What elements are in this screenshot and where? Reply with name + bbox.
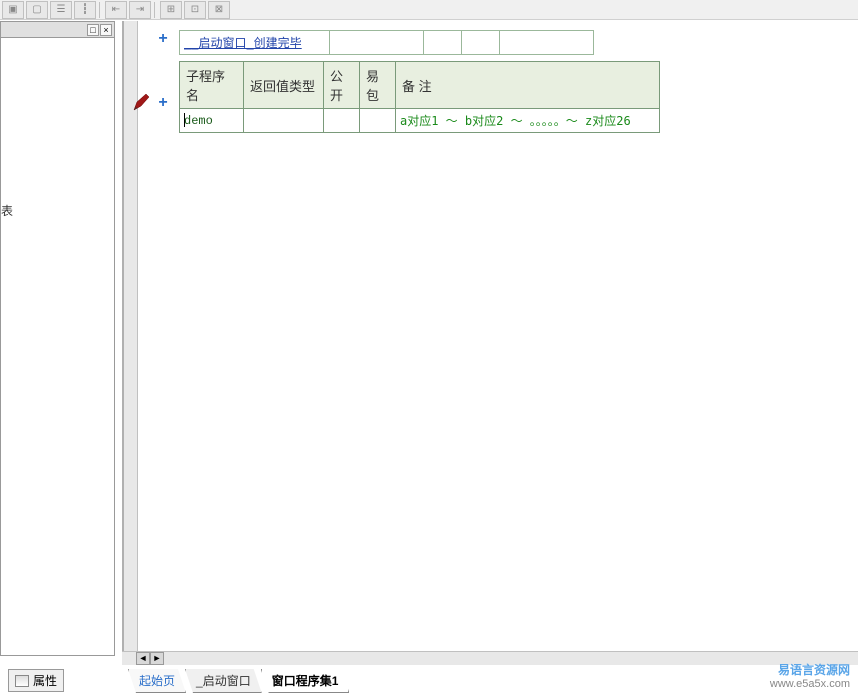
table-row[interactable]: demo a对应1 ～ b对应2 ～ 。。。。。～ z对应26: [180, 109, 660, 133]
left-truncated-label: 表: [1, 202, 13, 219]
sub-name-cell[interactable]: demo: [180, 109, 244, 133]
toolbar-separator: [154, 2, 155, 18]
watermark-url: www.e5a5x.com: [770, 677, 850, 691]
properties-button[interactable]: 属性: [8, 669, 64, 692]
toolbar-btn-4[interactable]: ┇: [74, 1, 96, 19]
scroll-right-icon[interactable]: ►: [150, 652, 164, 665]
toolbar-separator: [99, 2, 100, 18]
toolbar-btn-1[interactable]: ▣: [2, 1, 24, 19]
sub-pkg-cell[interactable]: [360, 109, 396, 133]
sub-rettype-cell[interactable]: [244, 109, 324, 133]
toolbar-btn-3[interactable]: ☰: [50, 1, 72, 19]
left-panel: □ × 表: [0, 21, 115, 656]
horizontal-scrollbar[interactable]: ◄ ►: [122, 651, 858, 665]
event-name-cell[interactable]: __启动窗口_创建完毕: [180, 30, 330, 54]
header-pkg: 易包: [360, 62, 396, 109]
event-cell[interactable]: [424, 30, 462, 54]
expand-icon[interactable]: +: [156, 96, 170, 110]
event-cell[interactable]: [330, 30, 424, 54]
header-name: 子程序名: [180, 62, 244, 109]
close-icon[interactable]: ×: [100, 24, 112, 36]
watermark-cn: 易语言资源网: [770, 663, 850, 677]
toolbar-btn-7[interactable]: ⊞: [160, 1, 182, 19]
tab-program-set[interactable]: 窗口程序集1: [261, 669, 350, 693]
header-rettype: 返回值类型: [244, 62, 324, 109]
edit-pen-icon: [132, 92, 152, 112]
subroutine-table: 子程序名 返回值类型 公开 易包 备 注 demo a对应1 ～ b对应2 ～ …: [179, 61, 660, 133]
sub-public-cell[interactable]: [324, 109, 360, 133]
bottom-tabs: 起始页 _启动窗口 窗口程序集1: [128, 671, 348, 693]
properties-icon: [15, 675, 29, 687]
text-cursor: [184, 113, 185, 127]
toolbar-btn-2[interactable]: ▢: [26, 1, 48, 19]
tab-start-window[interactable]: _启动窗口: [185, 669, 262, 693]
header-public: 公开: [324, 62, 360, 109]
tab-start-page[interactable]: 起始页: [128, 669, 186, 693]
toolbar-btn-5[interactable]: ⇤: [105, 1, 127, 19]
vertical-scrollbar[interactable]: [124, 21, 138, 665]
table-header-row: 子程序名 返回值类型 公开 易包 备 注: [180, 62, 660, 109]
watermark: 易语言资源网 www.e5a5x.com: [770, 663, 850, 691]
scroll-left-icon[interactable]: ◄: [136, 652, 150, 665]
properties-label: 属性: [33, 672, 57, 689]
top-toolbar: ▣ ▢ ☰ ┇ ⇤ ⇥ ⊞ ⊡ ⊠: [0, 0, 858, 20]
toolbar-btn-6[interactable]: ⇥: [129, 1, 151, 19]
dock-icon[interactable]: □: [87, 24, 99, 36]
expand-icon[interactable]: +: [156, 32, 170, 46]
left-panel-header: □ ×: [1, 22, 114, 38]
toolbar-btn-8[interactable]: ⊡: [184, 1, 206, 19]
sub-remark-cell[interactable]: a对应1 ～ b对应2 ～ 。。。。。～ z对应26: [396, 109, 660, 133]
event-row: __启动窗口_创建完毕: [179, 27, 594, 53]
header-remark: 备 注: [396, 62, 660, 109]
sub-name-text: demo: [184, 114, 213, 128]
event-cell[interactable]: [462, 30, 500, 54]
toolbar-btn-9[interactable]: ⊠: [208, 1, 230, 19]
event-cell[interactable]: [500, 30, 594, 54]
editor-area: + + __启动窗口_创建完毕 子程序名 返回值类型 公开 易包 备 注: [122, 21, 858, 665]
